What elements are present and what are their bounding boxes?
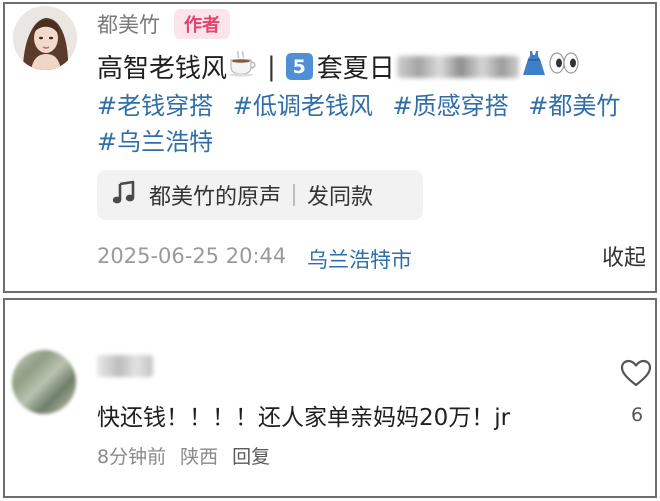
sound-divider (293, 184, 296, 206)
hashtag-link[interactable]: #乌兰浩特 (97, 128, 213, 156)
sound-title: 都美竹的原声 (149, 185, 282, 210)
comment-text: 快还钱！！！！还人家单亲妈妈20万！jr (97, 405, 511, 431)
post-location[interactable]: 乌兰浩特市 (307, 244, 412, 274)
author-avatar[interactable] (13, 6, 77, 70)
commenter-name-redacted[interactable] (97, 355, 153, 377)
coffee-cup-icon (227, 49, 257, 84)
comment-meta: 8分钟前 陕西 回复 (97, 442, 284, 469)
number-badge: 5 (285, 53, 313, 80)
post-title-text: 高智老钱风 (97, 54, 228, 84)
eyes-icon (547, 50, 581, 83)
title-separator: | (267, 51, 276, 82)
hashtag-link[interactable]: #低调老钱风 (233, 92, 373, 120)
music-note-icon (111, 180, 137, 210)
comment-region: 陕西 (180, 446, 219, 468)
collapse-button[interactable]: 收起 (602, 240, 646, 272)
hashtag-link[interactable]: #都美竹 (528, 92, 620, 120)
reply-button[interactable]: 回复 (232, 442, 270, 469)
use-sound-button[interactable]: 发同款 (307, 179, 373, 211)
original-sound-bar[interactable]: 都美竹的原声 发同款 (97, 170, 423, 220)
comment-time: 8分钟前 (97, 446, 167, 468)
author-name[interactable]: 都美竹 (97, 9, 160, 39)
like-count: 6 (630, 404, 644, 426)
post-date: 2025-06-25 20:44 (97, 244, 287, 268)
hashtag-link[interactable]: #老钱穿搭 (97, 92, 213, 120)
heart-icon[interactable] (619, 358, 653, 388)
redacted-text (396, 55, 519, 78)
post-card: 都美竹 作者 高智老钱风 | 5 套夏日 #老钱穿搭 #低调老钱风 #质感穿搭 … (3, 2, 657, 293)
author-row: 都美竹 作者 (97, 8, 230, 40)
post-title: 高智老钱风 | 5 套夏日 (97, 48, 581, 85)
hashtag-link[interactable]: #质感穿搭 (393, 92, 509, 120)
commenter-avatar[interactable] (12, 350, 76, 414)
tag-list: #老钱穿搭 #低调老钱风 #质感穿搭 #都美竹 #乌兰浩特 (97, 88, 657, 160)
comment-card: 快还钱！！！！还人家单亲妈妈20万！jr 8分钟前 陕西 回复 6 (3, 298, 657, 498)
post-title-text-2: 套夏日 (316, 54, 395, 84)
author-badge: 作者 (174, 9, 230, 39)
dress-icon (521, 49, 547, 84)
